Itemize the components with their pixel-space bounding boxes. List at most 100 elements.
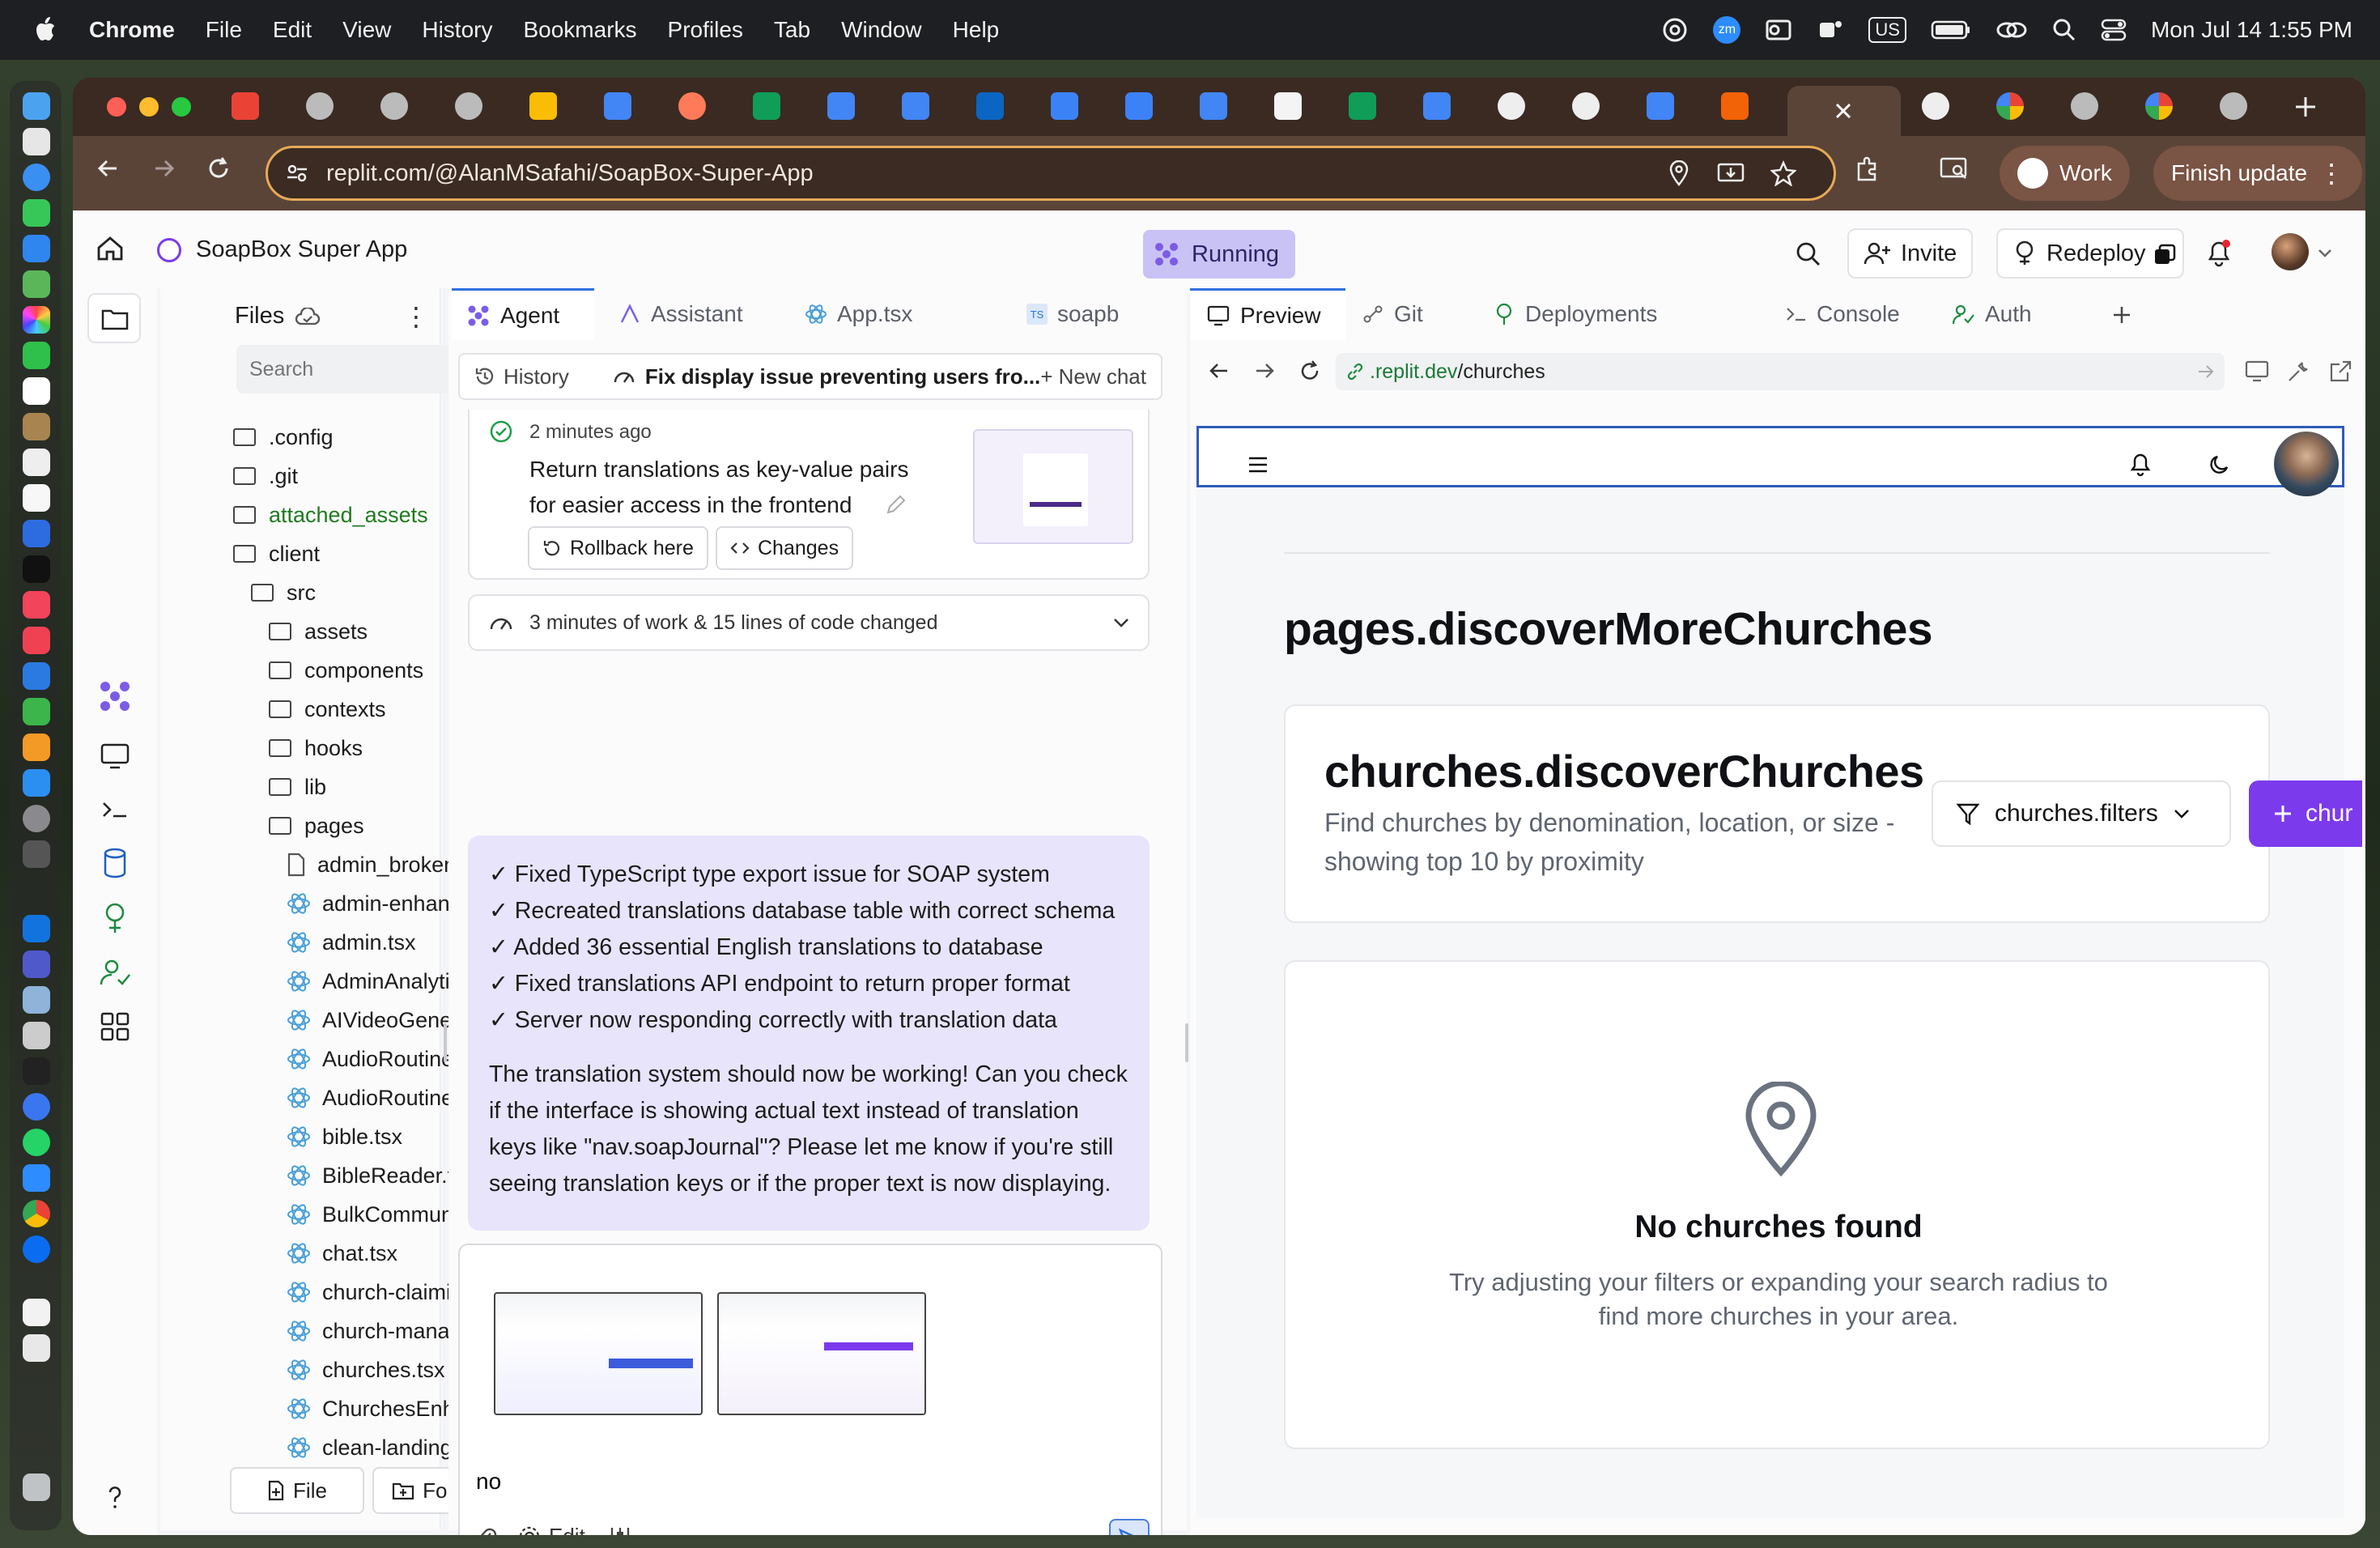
hamburger-menu-icon[interactable] bbox=[1247, 456, 1269, 474]
control-center-icon[interactable] bbox=[2101, 18, 2127, 42]
finder-window-icon[interactable] bbox=[23, 986, 50, 1014]
maps-icon[interactable] bbox=[23, 270, 50, 298]
minimize-window-button[interactable] bbox=[139, 97, 159, 117]
more-menu-icon[interactable]: ⋮ bbox=[2318, 160, 2344, 186]
settings-icon[interactable] bbox=[23, 805, 50, 832]
preview-back-icon[interactable] bbox=[1208, 359, 1230, 382]
openai-tab-icon[interactable] bbox=[1498, 92, 1525, 120]
notes-icon[interactable] bbox=[23, 413, 50, 440]
agent-tool-icon[interactable] bbox=[97, 678, 133, 714]
panel-resize-handle[interactable] bbox=[444, 1023, 447, 1062]
active-tab[interactable] bbox=[1787, 86, 1901, 136]
auth-tool-icon[interactable] bbox=[97, 955, 133, 991]
google-tab-icon[interactable] bbox=[2145, 92, 2173, 120]
preview-tool-icon[interactable] bbox=[97, 738, 133, 774]
location-icon[interactable] bbox=[1668, 160, 1689, 186]
zoom-icon[interactable] bbox=[23, 1164, 50, 1192]
new-chat-button[interactable]: + New chat bbox=[1040, 364, 1146, 389]
messages-icon[interactable] bbox=[23, 199, 50, 227]
notification-bell-icon[interactable] bbox=[2128, 451, 2153, 477]
attach-paperclip-icon[interactable] bbox=[474, 1525, 497, 1535]
replit-tab-icon[interactable] bbox=[1721, 92, 1749, 120]
preview-reload-icon[interactable] bbox=[1298, 359, 1321, 382]
preview-icon[interactable] bbox=[23, 1022, 50, 1049]
open-new-window-icon[interactable] bbox=[2328, 359, 2352, 384]
app-user-avatar[interactable] bbox=[2274, 432, 2339, 496]
shell-tool-icon[interactable] bbox=[97, 792, 133, 827]
google-docs-tab-icon[interactable] bbox=[827, 92, 855, 120]
attachment-thumbnail[interactable] bbox=[717, 1292, 926, 1415]
tab-app-tsx[interactable]: App.tsx bbox=[805, 288, 912, 340]
url-text[interactable]: replit.com/@AlanMSafahi/SoapBox-Super-Ap… bbox=[326, 160, 814, 187]
google-docs-tab-icon[interactable] bbox=[1423, 92, 1451, 120]
hubspot-tab-icon[interactable] bbox=[678, 92, 706, 120]
menu-bookmarks[interactable]: Bookmarks bbox=[523, 17, 636, 43]
menu-window[interactable]: Window bbox=[841, 17, 922, 43]
signal-icon[interactable] bbox=[23, 1093, 50, 1121]
tab-auth[interactable]: Auth bbox=[1951, 288, 2032, 340]
profile-button[interactable]: Work bbox=[2000, 146, 2130, 201]
facetime-icon[interactable] bbox=[23, 342, 50, 369]
github-tab-icon[interactable] bbox=[1572, 92, 1600, 120]
menu-tab[interactable]: Tab bbox=[774, 17, 810, 43]
google-docs-tab-icon[interactable] bbox=[902, 92, 929, 120]
launchpad-icon[interactable] bbox=[23, 128, 50, 155]
spotlight-search-icon[interactable] bbox=[2052, 18, 2076, 42]
devtools-wrench-icon[interactable] bbox=[2286, 359, 2310, 384]
deployments-tool-icon[interactable] bbox=[97, 900, 133, 936]
project-name[interactable]: SoapBox Super App bbox=[196, 236, 407, 263]
add-church-button[interactable]: chur bbox=[2249, 780, 2362, 847]
finish-update-button[interactable]: Finish update ⋮ bbox=[2153, 146, 2363, 201]
google-docs-tab-icon[interactable] bbox=[1200, 92, 1227, 120]
back-icon[interactable] bbox=[96, 155, 121, 181]
bookmark-star-icon[interactable] bbox=[1770, 160, 1796, 186]
install-app-icon[interactable] bbox=[1717, 161, 1745, 185]
outlook-status-icon[interactable] bbox=[1765, 16, 1792, 44]
tab-preview[interactable]: Preview bbox=[1190, 288, 1345, 340]
iphone-mirroring-icon[interactable] bbox=[23, 840, 50, 868]
attachment-thumbnail[interactable] bbox=[494, 1292, 703, 1415]
photos-icon[interactable] bbox=[23, 306, 50, 334]
google-tab-icon[interactable] bbox=[1996, 92, 2024, 120]
files-tool-button[interactable] bbox=[87, 293, 141, 343]
files-menu-icon[interactable]: ⋮ bbox=[403, 301, 429, 332]
password-manager-icon[interactable] bbox=[23, 1235, 50, 1263]
close-window-button[interactable] bbox=[107, 97, 126, 117]
dark-mode-moon-icon[interactable] bbox=[2208, 453, 2232, 477]
freeform-icon[interactable] bbox=[23, 484, 50, 512]
history-icon[interactable] bbox=[474, 366, 495, 387]
clock[interactable]: Mon Jul 14 1:55 PM bbox=[2151, 17, 2352, 43]
work-summary-card[interactable]: 3 minutes of work & 15 lines of code cha… bbox=[468, 594, 1150, 651]
device-preview-icon[interactable] bbox=[2244, 359, 2270, 384]
search-icon[interactable] bbox=[1796, 241, 1821, 267]
tab-deployments[interactable]: Deployments bbox=[1493, 288, 1657, 340]
link-status-icon[interactable] bbox=[1995, 18, 2028, 42]
teams-status-icon[interactable] bbox=[1817, 16, 1844, 44]
mail-icon[interactable] bbox=[23, 235, 50, 262]
teams-icon[interactable] bbox=[23, 950, 50, 978]
help-icon[interactable] bbox=[97, 1480, 133, 1516]
google-docs-tab-icon[interactable] bbox=[1647, 92, 1674, 120]
web-tab-icon[interactable] bbox=[306, 92, 334, 120]
new-tab-icon[interactable] bbox=[2293, 94, 2318, 120]
safari-icon[interactable] bbox=[23, 164, 50, 191]
chevron-down-icon[interactable] bbox=[2317, 248, 2333, 259]
extensions-icon[interactable] bbox=[1854, 155, 1881, 183]
menu-help[interactable]: Help bbox=[953, 17, 1000, 43]
web-tab-icon[interactable] bbox=[2071, 92, 2098, 120]
tab-console[interactable]: Console bbox=[1784, 288, 1900, 340]
menu-history[interactable]: History bbox=[422, 17, 492, 43]
tab-agent[interactable]: Agent bbox=[452, 288, 594, 340]
battery-icon[interactable] bbox=[1931, 19, 1971, 40]
pages-icon[interactable] bbox=[23, 734, 50, 761]
edit-pencil-icon[interactable] bbox=[884, 494, 907, 517]
preview-url-bar[interactable]: .replit.dev /churches bbox=[1336, 353, 2225, 390]
panel-resize-handle[interactable] bbox=[1185, 1023, 1188, 1062]
keynote-icon[interactable] bbox=[23, 662, 50, 690]
checkpoint-thumbnail[interactable] bbox=[973, 429, 1133, 544]
chrome-icon[interactable] bbox=[23, 1200, 50, 1227]
send-button[interactable] bbox=[1109, 1519, 1150, 1535]
menu-profiles[interactable]: Profiles bbox=[668, 17, 743, 43]
compass-tab-icon[interactable] bbox=[1051, 92, 1078, 120]
database-tool-icon[interactable] bbox=[97, 845, 133, 881]
